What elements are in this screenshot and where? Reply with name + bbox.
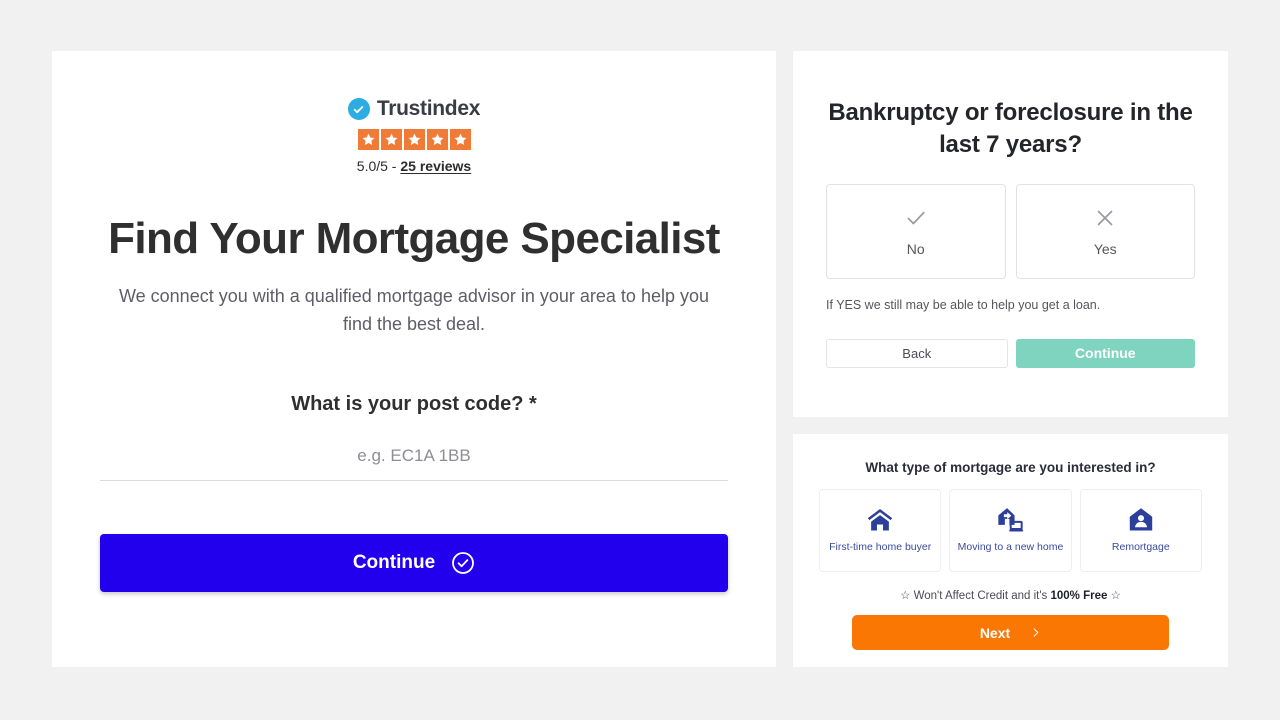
option-no[interactable]: No (826, 183, 1006, 279)
credit-disclaimer-suffix: ☆ (1107, 590, 1121, 602)
mortgage-type-title: What type of mortgage are you interested… (865, 460, 1156, 475)
rating-value: 5.0/5 - (356, 158, 401, 174)
next-button-label: Next (979, 624, 1011, 641)
option-no-label: No (906, 241, 925, 258)
option-yes[interactable]: Yes (1015, 183, 1195, 279)
trustindex-logo: Trustindex (88, 97, 740, 121)
star-icon (449, 129, 471, 150)
mortgage-type-options: First-time home buyer Moving to a new ho… (819, 489, 1202, 572)
option-moving-home[interactable]: Moving to a new home (949, 489, 1072, 572)
bankruptcy-question-title: Bankruptcy or foreclosure in the last 7 … (828, 99, 1193, 159)
next-button[interactable]: Next (852, 615, 1169, 650)
bankruptcy-question-card: Bankruptcy or foreclosure in the last 7 … (793, 51, 1228, 417)
check-circle-icon (451, 551, 475, 575)
check-badge-icon (347, 98, 370, 120)
option-first-time-buyer-label: First-time home buyer (829, 541, 932, 554)
option-remortgage-label: Remortgage (1111, 541, 1170, 554)
trustindex-star-rating (88, 129, 740, 150)
page-subtitle: We connect you with a qualified mortgage… (118, 286, 709, 335)
mortgage-lead-form-card: Trustindex 5.0/5 - 25 reviews Find Your … (52, 51, 776, 667)
chevron-right-icon (1030, 626, 1041, 639)
star-icon (380, 129, 402, 150)
bankruptcy-helper-text: If YES we still may be able to help you … (826, 297, 1101, 312)
credit-disclaimer: ☆ Won't Affect Credit and it's 100% Free… (819, 588, 1202, 602)
form-navigation: Back Continue (826, 338, 1195, 368)
house-icon (866, 506, 894, 534)
trustindex-brand: Trustindex (376, 97, 481, 120)
reviews-link[interactable]: 25 reviews (400, 158, 471, 174)
option-moving-home-label: Moving to a new home (957, 541, 1064, 554)
option-remortgage[interactable]: Remortgage (1079, 489, 1202, 572)
credit-disclaimer-prefix: ☆ Won't Affect Credit and it's (900, 590, 1051, 602)
bankruptcy-options: No Yes (826, 183, 1195, 279)
option-first-time-buyer[interactable]: First-time home buyer (819, 489, 942, 572)
option-yes-label: Yes (1093, 241, 1117, 258)
page-title: Find Your Mortgage Specialist (108, 214, 720, 263)
mortgage-type-card: What type of mortgage are you interested… (793, 434, 1228, 667)
star-icon (426, 129, 448, 150)
postcode-question-label: What is your post code? * (291, 393, 537, 416)
house-moving-icon (996, 506, 1024, 534)
trustindex-rating-text: 5.0/5 - 25 reviews (88, 158, 740, 174)
page-root: Trustindex 5.0/5 - 25 reviews Find Your … (0, 0, 1280, 720)
star-icon (403, 129, 425, 150)
check-icon (903, 205, 929, 231)
star-icon (357, 129, 379, 150)
house-person-icon (1127, 506, 1155, 534)
trustindex-widget: Trustindex 5.0/5 - 25 reviews (88, 97, 740, 174)
postcode-input[interactable] (100, 442, 728, 482)
close-icon (1092, 205, 1118, 231)
credit-disclaimer-highlight: 100% Free (1050, 590, 1108, 602)
back-button[interactable]: Back (826, 338, 1008, 368)
continue-button-secondary[interactable]: Continue (1015, 338, 1195, 368)
continue-button[interactable]: Continue (100, 534, 728, 593)
continue-button-label: Continue (352, 552, 436, 574)
